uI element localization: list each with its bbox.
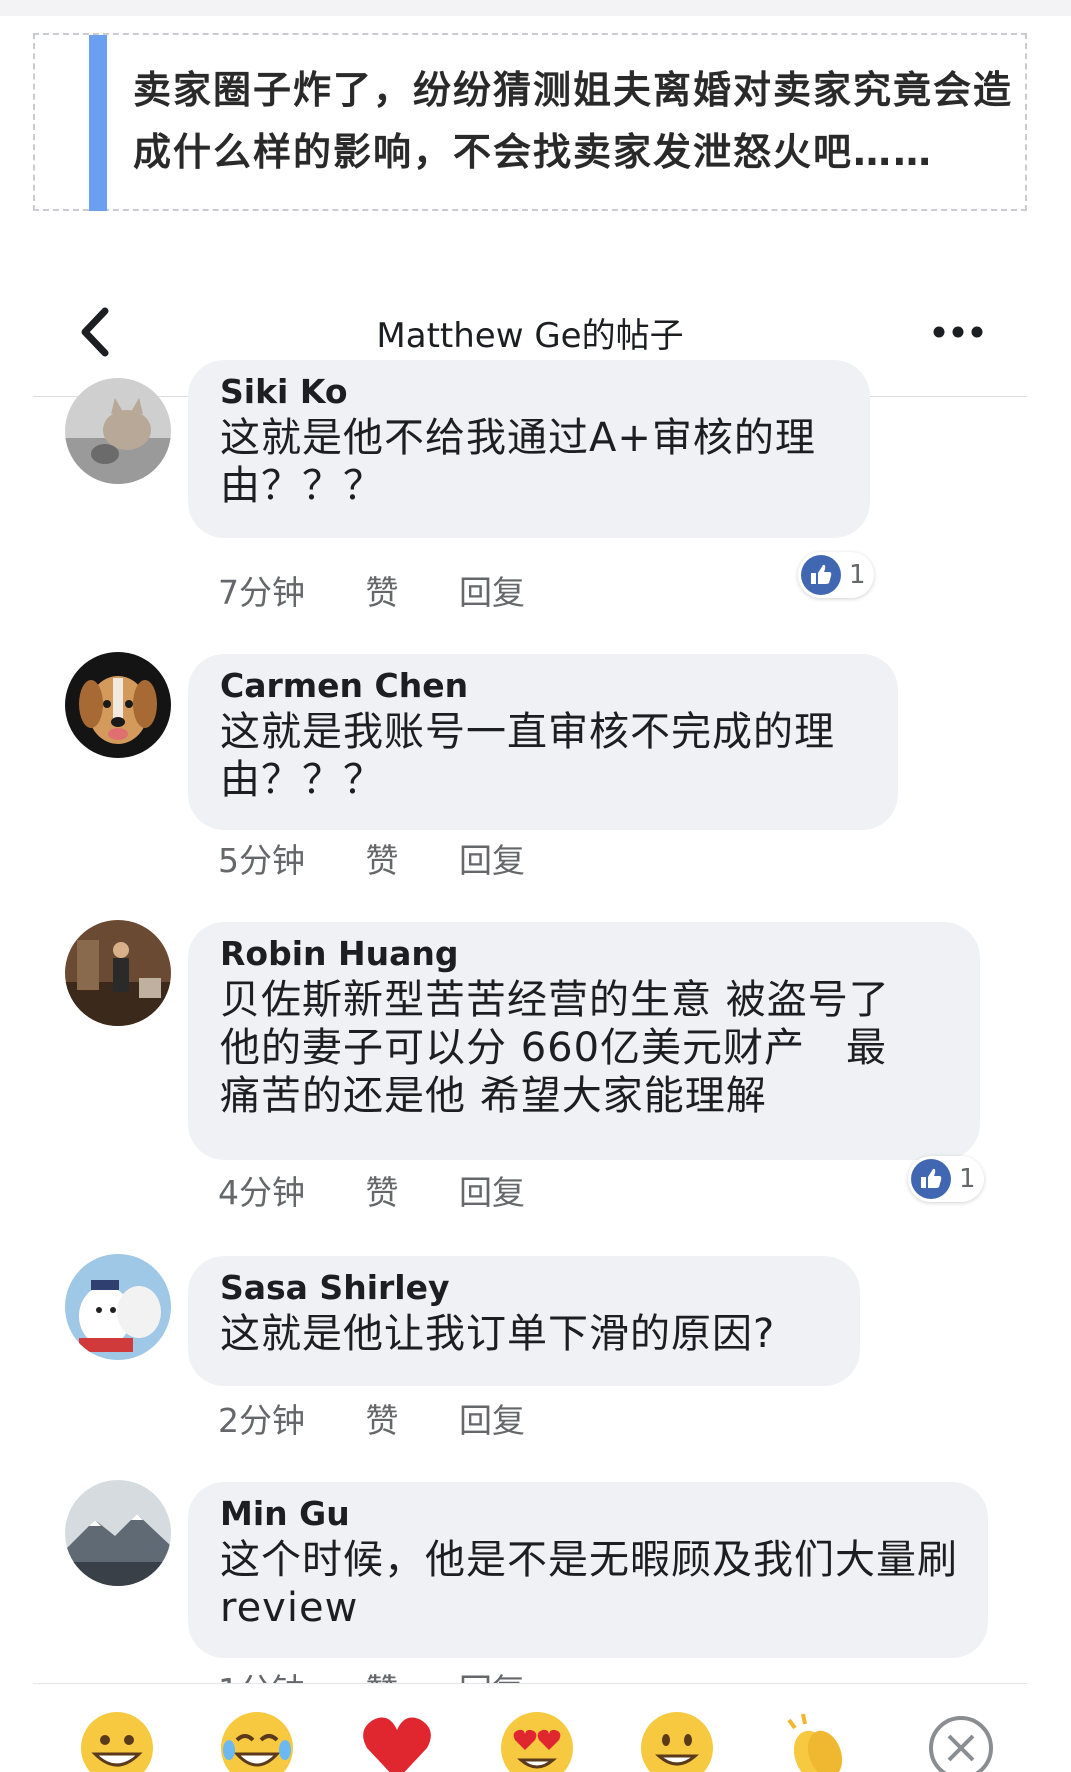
page-title: Matthew Ge的帖子: [376, 316, 684, 356]
avatar[interactable]: [65, 1254, 171, 1360]
like-link[interactable]: 赞: [366, 841, 399, 880]
reply-link[interactable]: 回复: [459, 573, 525, 612]
comment-text: 贝佐斯新型苦苦经营的生意 被盗号了 他的妻子可以分 660亿美元财产 最痛苦的还…: [220, 977, 890, 1119]
comment-text: 这就是他不给我通过A+审核的理由？？？: [220, 415, 816, 509]
avatar[interactable]: [65, 1480, 171, 1586]
comment-time: 5分钟: [218, 841, 305, 880]
smiley-icon[interactable]: [639, 1710, 715, 1772]
avatar[interactable]: [65, 920, 171, 1026]
comment-actions: 5分钟 赞 回复: [218, 834, 575, 882]
commenter-name[interactable]: Min Gu: [220, 1492, 956, 1536]
quote-accent-bar: [89, 35, 107, 211]
commenter-name[interactable]: Robin Huang: [220, 932, 948, 976]
commenter-name[interactable]: Siki Ko: [220, 370, 838, 414]
comment-time: 2分钟: [218, 1401, 305, 1440]
tears-of-joy-icon[interactable]: [219, 1710, 295, 1772]
reply-link[interactable]: 回复: [459, 1401, 525, 1440]
comment-text: 这就是我账号一直审核不完成的理由？？？: [220, 709, 835, 803]
grinning-face-icon[interactable]: [79, 1710, 155, 1772]
like-count-badge[interactable]: 1: [798, 552, 874, 598]
thumbs-up-icon: [911, 1159, 951, 1199]
heart-eyes-icon[interactable]: [499, 1710, 575, 1772]
avatar[interactable]: [65, 652, 171, 758]
comment-text: 这个时候，他是不是无暇顾及我们大量刷review: [220, 1537, 958, 1631]
reply-link[interactable]: 回复: [459, 841, 525, 880]
comment-text: 这就是他让我订单下滑的原因?: [220, 1311, 776, 1357]
comment-bubble: Robin Huang 贝佐斯新型苦苦经营的生意 被盗号了 他的妻子可以分 66…: [188, 922, 980, 1160]
like-count: 1: [849, 560, 866, 590]
comment-bubble: Siki Ko 这就是他不给我通过A+审核的理由？？？: [188, 360, 870, 538]
comment-bubble: Min Gu 这个时候，他是不是无暇顾及我们大量刷review: [188, 1482, 988, 1658]
close-icon[interactable]: [923, 1710, 999, 1772]
comment-bubble: Sasa Shirley 这就是他让我订单下滑的原因?: [188, 1256, 860, 1386]
commenter-name[interactable]: Carmen Chen: [220, 664, 866, 708]
quote-text: 卖家圈子炸了，纷纷猜测姐夫离婚对卖家究竟会造成什么样的影响，不会找卖家发泄怒火吧…: [133, 68, 1014, 174]
reply-link[interactable]: 回复: [459, 1173, 525, 1212]
quote-box: 卖家圈子炸了，纷纷猜测姐夫离婚对卖家究竟会造成什么样的影响，不会找卖家发泄怒火吧…: [33, 33, 1027, 211]
comment-time: 4分钟: [218, 1173, 305, 1212]
thumbs-up-icon: [801, 555, 841, 595]
like-count: 1: [959, 1164, 976, 1194]
clapping-hands-icon[interactable]: [779, 1710, 855, 1772]
comment-actions: 4分钟 赞 回复: [218, 1166, 575, 1214]
like-link[interactable]: 赞: [366, 1173, 399, 1212]
comment-actions: 2分钟 赞 回复: [218, 1394, 575, 1442]
comment-bubble: Carmen Chen 这就是我账号一直审核不完成的理由？？？: [188, 654, 898, 830]
top-strip: [0, 0, 1071, 16]
heart-icon[interactable]: [359, 1710, 435, 1772]
like-count-badge[interactable]: 1: [908, 1156, 984, 1202]
comment-time: 7分钟: [218, 573, 305, 612]
avatar[interactable]: [65, 378, 171, 484]
more-options-icon[interactable]: [931, 312, 985, 352]
reaction-bar: [33, 1683, 1027, 1772]
commenter-name[interactable]: Sasa Shirley: [220, 1266, 828, 1310]
comment-actions: 7分钟 赞 回复: [218, 566, 575, 614]
like-link[interactable]: 赞: [366, 1401, 399, 1440]
like-link[interactable]: 赞: [366, 573, 399, 612]
